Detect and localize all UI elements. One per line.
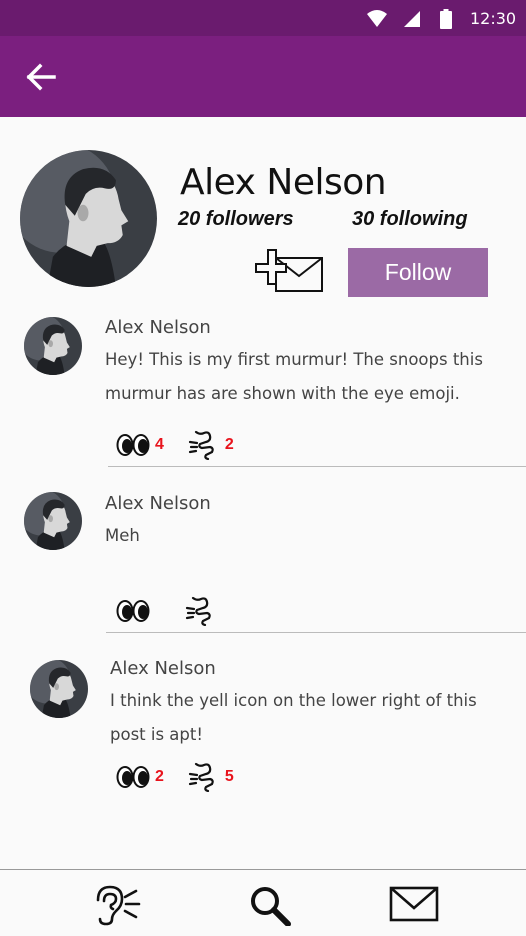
nav-search-button[interactable] xyxy=(248,884,292,926)
yell-button[interactable]: 5 xyxy=(188,762,234,792)
post-avatar xyxy=(30,660,88,718)
search-icon xyxy=(251,887,291,926)
post-avatar xyxy=(24,317,82,375)
yell-count: 5 xyxy=(224,768,234,785)
add-message-icon xyxy=(255,249,323,292)
post-avatar xyxy=(24,492,82,550)
post-author: Alex Nelson xyxy=(105,317,211,338)
post-divider xyxy=(108,466,526,467)
battery-icon xyxy=(440,9,452,29)
followers-count[interactable]: 20 followers xyxy=(178,208,294,231)
back-button[interactable] xyxy=(24,60,60,96)
app-bar xyxy=(0,36,526,117)
add-message-button[interactable] xyxy=(250,246,326,294)
post-text: Meh xyxy=(105,526,140,545)
yell-button[interactable]: 2 xyxy=(188,430,234,460)
yell-count: 2 xyxy=(224,436,234,453)
eyes-icon xyxy=(116,434,150,456)
post-text: Hey! This is my first murmur! The snoops… xyxy=(105,350,483,403)
post-text: I think the yell icon on the lower right… xyxy=(110,691,477,744)
profile-avatar xyxy=(20,150,157,287)
status-time: 12:30 xyxy=(470,9,517,28)
post-author: Alex Nelson xyxy=(110,658,216,679)
nav-listen-button[interactable] xyxy=(92,884,144,926)
snoop-count: 2 xyxy=(155,768,164,785)
status-bar: 12:30 xyxy=(0,0,526,36)
yell-icon xyxy=(188,762,214,792)
snoop-button[interactable] xyxy=(116,600,155,622)
post-reactions xyxy=(116,596,246,626)
yell-button[interactable] xyxy=(185,596,222,626)
snoop-button[interactable]: 2 xyxy=(116,766,164,788)
post-author: Alex Nelson xyxy=(105,493,211,514)
envelope-icon xyxy=(389,886,439,922)
bottom-nav xyxy=(0,869,526,936)
post-divider xyxy=(106,632,526,633)
yell-icon xyxy=(188,430,214,460)
signal-icon xyxy=(404,11,420,27)
snoop-count: 4 xyxy=(155,436,164,453)
profile-name: Alex Nelson xyxy=(180,162,387,203)
eyes-icon xyxy=(116,600,150,622)
wifi-icon xyxy=(367,10,387,27)
ear-icon xyxy=(96,885,141,926)
post-reactions: 2 5 xyxy=(116,762,258,792)
eyes-icon xyxy=(116,766,150,788)
arrow-left-icon xyxy=(26,63,56,91)
follow-button[interactable]: Follow xyxy=(348,248,488,297)
nav-messages-button[interactable] xyxy=(389,884,439,924)
yell-icon xyxy=(185,596,211,626)
snoop-button[interactable]: 4 xyxy=(116,434,164,456)
following-count[interactable]: 30 following xyxy=(352,208,468,231)
post-reactions: 4 2 xyxy=(116,430,258,460)
